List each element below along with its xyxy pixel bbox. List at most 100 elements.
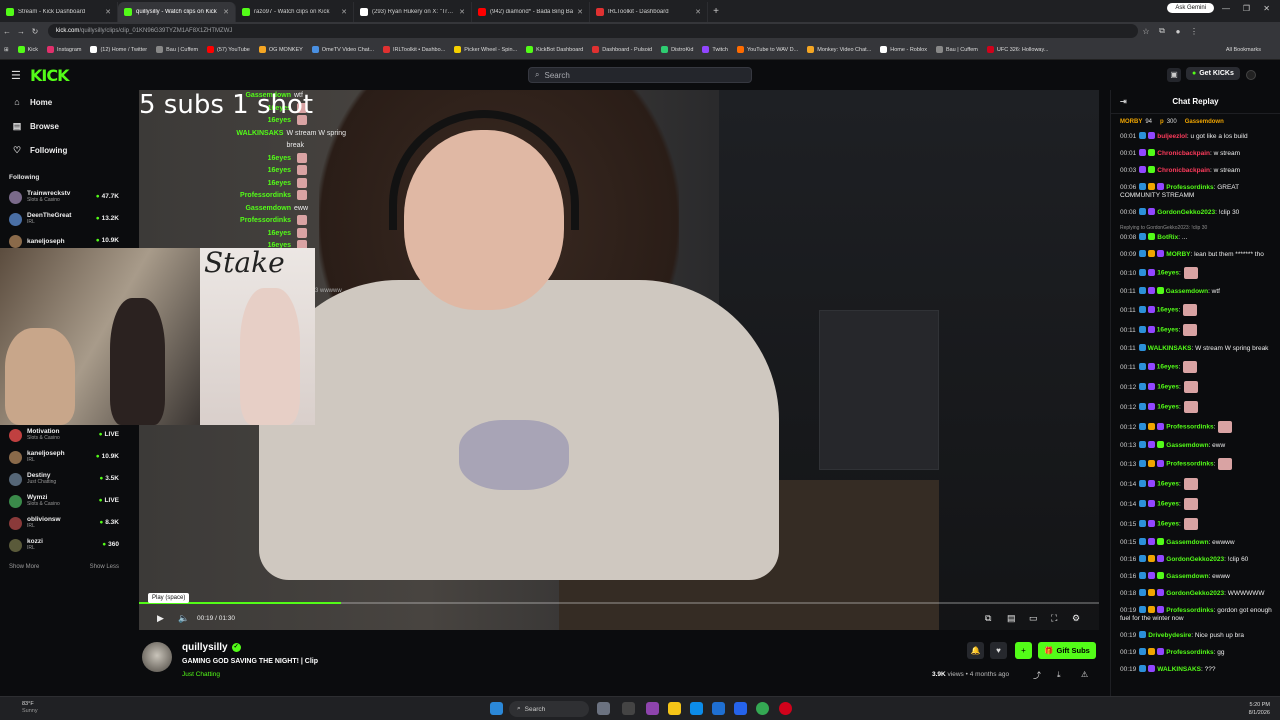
browser-tab[interactable]: razo97 - Watch clips on Kick ✕	[236, 2, 354, 22]
app-icon[interactable]	[779, 702, 792, 715]
search-input[interactable]: ⌕ Search	[528, 67, 752, 83]
chat-username[interactable]: Professordinks	[1166, 461, 1213, 468]
close-window-icon[interactable]: ✕	[1263, 4, 1270, 13]
download-icon[interactable]: ⤓	[1057, 670, 1061, 680]
browser-tab[interactable]: (942) diamond* - Bada Bing Ba ✕	[472, 2, 590, 22]
forward-icon[interactable]: →	[14, 27, 28, 36]
followed-channel[interactable]: kozzi IRL ● 360	[0, 534, 130, 556]
bookmark-item[interactable]: OmeTV Video Chat...	[311, 46, 374, 53]
chat-username[interactable]: Chronicbackpain	[1157, 150, 1210, 157]
bookmark-item[interactable]: Twitch	[702, 46, 728, 53]
url-field[interactable]: kick.com /quillysilly/clips/clip_01KN96G…	[48, 24, 1138, 38]
bookmark-item[interactable]: Bau | Cuffem	[935, 46, 978, 53]
chat-username[interactable]: 16eyes	[1157, 404, 1179, 411]
browser-tab[interactable]: quillysilly - Watch clips on Kick ✕	[118, 2, 236, 22]
taskbar-search[interactable]: ⌕ Search	[509, 701, 589, 717]
chrome-icon[interactable]	[756, 702, 769, 715]
mail-icon[interactable]	[734, 702, 747, 715]
tab-close-icon[interactable]: ✕	[459, 8, 465, 16]
show-less-button[interactable]: Show Less	[90, 564, 119, 570]
captions-icon[interactable]: ▤	[1007, 613, 1016, 624]
theater-mode-icon[interactable]: ▭	[1029, 613, 1038, 624]
tab-close-icon[interactable]: ✕	[341, 8, 347, 16]
chat-username[interactable]: MORBY	[1166, 251, 1190, 258]
get-kicks-button[interactable]: ● Get KICKs	[1186, 67, 1240, 80]
streamer-avatar[interactable]	[142, 642, 172, 672]
chat-username[interactable]: 16eyes	[1157, 327, 1179, 334]
followed-channel[interactable]: Motivation Slots & Casino ● LIVE	[0, 424, 130, 446]
chat-username[interactable]: WALKINSAKS	[1148, 345, 1192, 352]
bookmark-item[interactable]: Home - Roblox	[880, 46, 927, 53]
share-icon[interactable]: ⤴	[1033, 670, 1041, 681]
chat-username[interactable]: GordonGekko2023	[1157, 209, 1215, 216]
bookmark-item[interactable]: Bau | Cuffem	[156, 46, 198, 53]
chat-username[interactable]: 16eyes	[1157, 307, 1179, 314]
sidebar-item-home[interactable]: ⌂ Home	[0, 90, 130, 114]
bookmark-item[interactable]: Monkey: Video Chat...	[807, 46, 871, 53]
leaderboard-entry[interactable]: Gassemdown	[1185, 119, 1227, 125]
sidebar-item-following[interactable]: ♡ Following	[0, 138, 130, 162]
browser-tab[interactable]: Stream - Kick Dashboard ✕	[0, 2, 118, 22]
new-tab-icon[interactable]: +	[708, 2, 724, 22]
store-icon[interactable]	[712, 702, 725, 715]
chat-username[interactable]: 16eyes	[1157, 521, 1179, 528]
chat-username[interactable]: 16eyes	[1157, 270, 1179, 277]
settings-icon[interactable]: ⚙	[1072, 613, 1080, 624]
clip-category[interactable]: Just Chatting	[182, 671, 220, 678]
folder-icon[interactable]	[668, 702, 681, 715]
weather-widget[interactable]: 83°F Sunny	[22, 701, 38, 715]
hamburger-menu-icon[interactable]: ☰	[11, 69, 21, 82]
streamer-name[interactable]: quillysilly	[182, 642, 228, 653]
all-bookmarks-button[interactable]: All Bookmarks	[1226, 47, 1261, 53]
start-icon[interactable]	[490, 702, 503, 715]
chat-username[interactable]: 16eyes	[1157, 364, 1179, 371]
menu-dots-icon[interactable]: ⋮	[1186, 27, 1202, 36]
bookmark-item[interactable]: OG MONKEY	[258, 46, 303, 53]
chat-username[interactable]: WALKINSAKS	[1157, 666, 1201, 673]
back-icon[interactable]: ←	[0, 27, 14, 36]
bookmark-star-icon[interactable]: ☆	[1138, 27, 1154, 36]
maximize-icon[interactable]: ❐	[1243, 4, 1250, 13]
volume-icon[interactable]: 🔈	[178, 613, 189, 624]
bookmark-item[interactable]: Dashboard - Pulsoid	[592, 46, 652, 53]
chat-username[interactable]: BotRix	[1157, 234, 1178, 241]
browser-tab[interactable]: (293) Ryan Hukery on X: "Treyt ✕	[354, 2, 472, 22]
chat-username[interactable]: Professordinks	[1166, 649, 1213, 656]
report-icon[interactable]: ⚠	[1081, 670, 1088, 679]
tab-close-icon[interactable]: ✕	[695, 8, 701, 16]
bookmark-item[interactable]: KickBot Dashboard	[526, 46, 583, 53]
chat-username[interactable]: Gassemdown	[1166, 539, 1208, 546]
followed-channel[interactable]: DeenTheGreat IRL ● 13.2K	[0, 208, 130, 230]
gift-subs-button[interactable]: 🎁 Gift Subs	[1038, 642, 1096, 659]
chat-username[interactable]: Professordinks	[1166, 424, 1213, 431]
chat-username[interactable]: Chronicbackpain	[1157, 167, 1210, 174]
chat-username[interactable]: Gassemdown	[1166, 573, 1208, 580]
user-avatar[interactable]	[1246, 70, 1256, 80]
bookmark-item[interactable]: Picker Wheel - Spin...	[454, 46, 517, 53]
extensions-icon[interactable]: ⧉	[1154, 26, 1170, 36]
copilot-icon[interactable]	[646, 702, 659, 715]
chat-username[interactable]: GordonGekko2023	[1166, 590, 1224, 597]
followed-channel[interactable]: Trainwreckstv Slots & Casino ● 47.7K	[0, 186, 130, 208]
notification-bell-icon[interactable]: 🔔	[967, 642, 984, 659]
followed-channel[interactable]: oblivionsw IRL ● 8.3K	[0, 512, 130, 534]
ask-gemini-button[interactable]: Ask Gemini	[1167, 3, 1214, 13]
minimize-icon[interactable]: —	[1222, 4, 1230, 13]
browser-tab[interactable]: IRLToolkit - Dashboard ✕	[590, 2, 708, 22]
collapse-chat-icon[interactable]: ⇥	[1120, 97, 1127, 106]
bookmark-item[interactable]: (57) YouTube	[207, 46, 250, 53]
system-clock[interactable]: 5:20 PM 8/1/2026	[1249, 701, 1270, 717]
video-progress-bar[interactable]	[139, 602, 1099, 604]
tab-close-icon[interactable]: ✕	[105, 8, 111, 16]
bookmark-item[interactable]: YouTube to WAV D...	[736, 46, 798, 53]
bookmark-item[interactable]: (12) Home / Twitter	[90, 46, 147, 53]
chat-username[interactable]: Professordinks	[1166, 607, 1213, 614]
taskview-icon[interactable]	[597, 702, 610, 715]
chat-username[interactable]: GordonGekko2023	[1166, 556, 1224, 563]
chat-username[interactable]: Gassemdown	[1166, 442, 1208, 449]
follow-heart-icon[interactable]: ♥	[990, 642, 1007, 659]
tab-close-icon[interactable]: ✕	[223, 8, 229, 16]
pip-icon[interactable]: ⧉	[985, 613, 991, 624]
bookmark-item[interactable]: IRLToolkit • Dashbo...	[382, 46, 445, 53]
leaderboard-entry[interactable]: MORBY 94	[1120, 119, 1152, 125]
